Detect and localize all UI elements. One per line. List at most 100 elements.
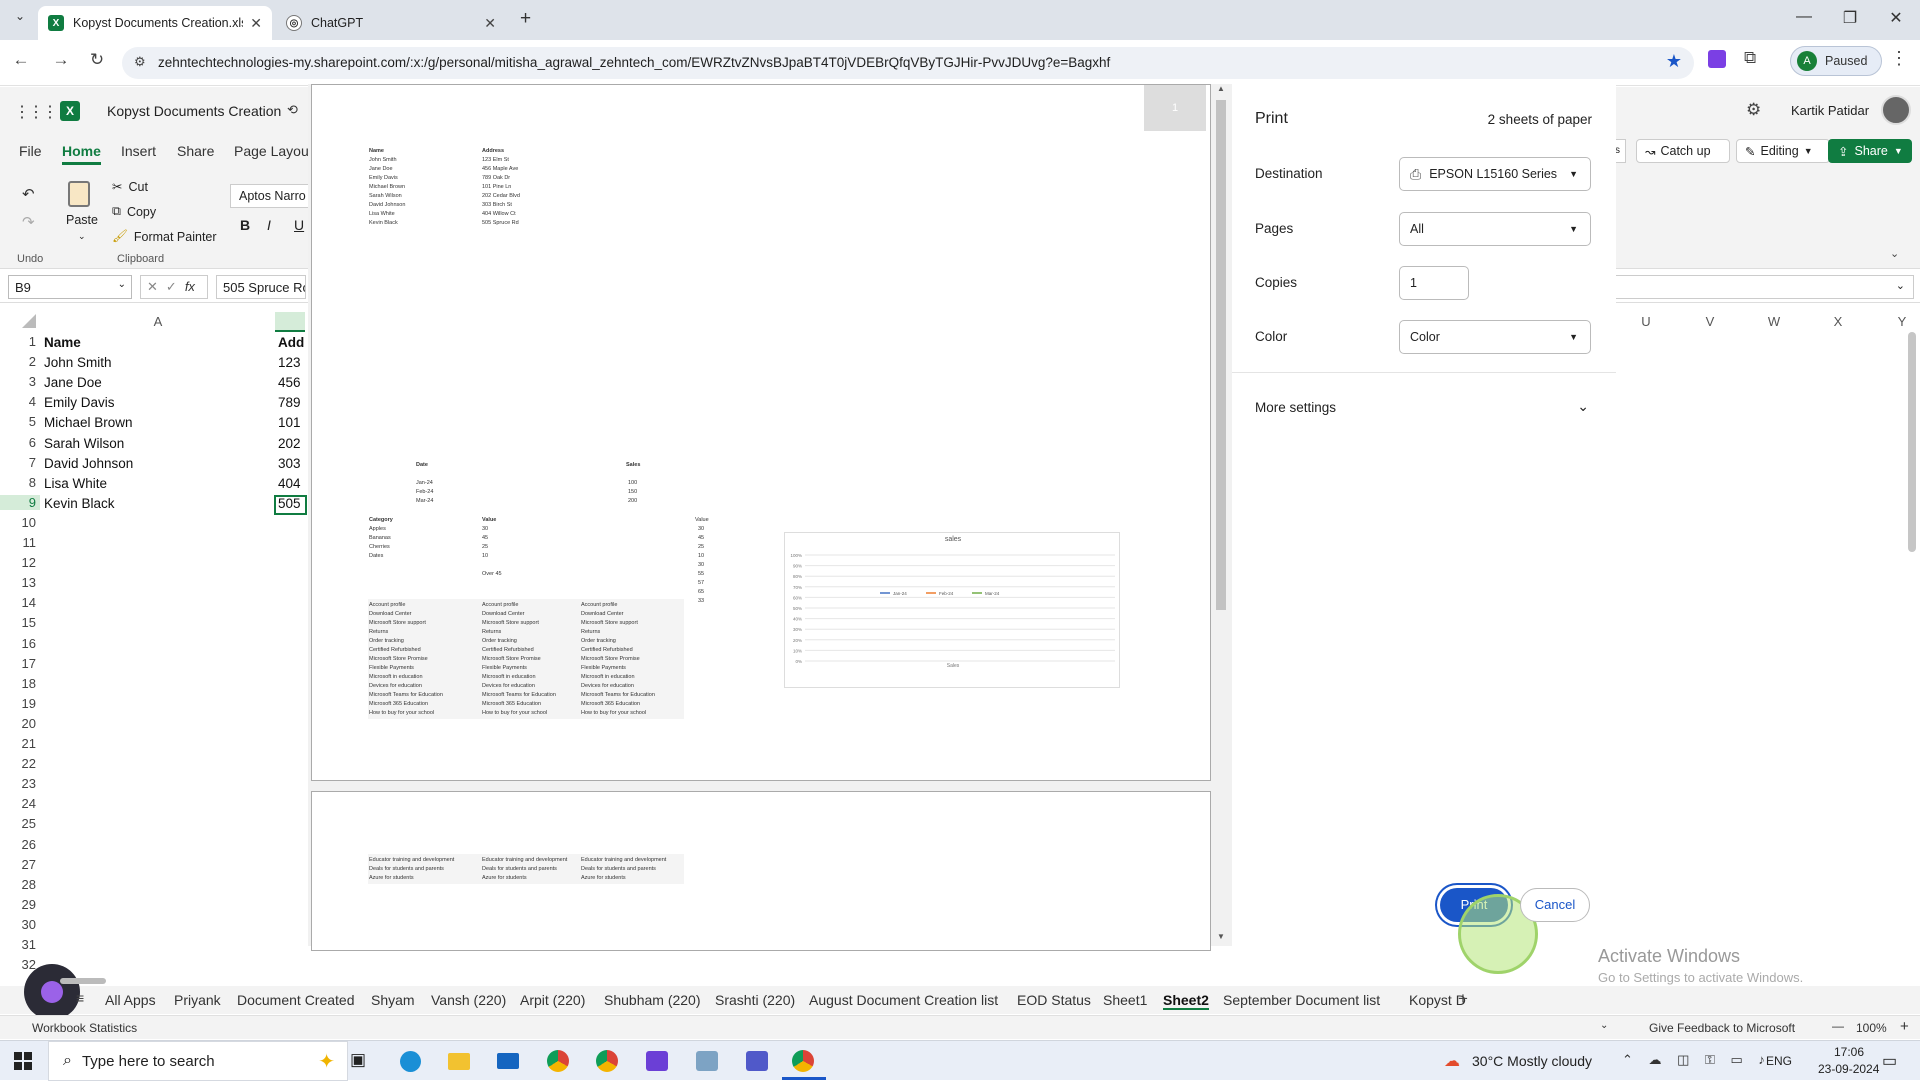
restore-icon[interactable]: ❐ [1838, 8, 1862, 28]
sheet-list-icon[interactable]: ≡ [76, 990, 84, 1006]
windows-start-icon[interactable] [14, 1052, 32, 1070]
browser-menu-icon[interactable]: ⋮ [1890, 48, 1908, 69]
row-header[interactable]: 21 [0, 736, 40, 751]
new-tab-button[interactable]: + [520, 8, 531, 30]
extensions-puzzle-icon[interactable]: ⧉ [1744, 48, 1756, 68]
chrome-icon[interactable] [547, 1050, 569, 1072]
underline-button[interactable]: U [294, 217, 304, 233]
row-header[interactable]: 8 [0, 475, 40, 490]
zoom-level[interactable]: 100% [1856, 1021, 1887, 1035]
reload-icon[interactable]: ↻ [84, 50, 110, 70]
clock-time[interactable]: 17:06 [1834, 1045, 1864, 1059]
row-header[interactable]: 15 [0, 615, 40, 630]
row-header[interactable]: 20 [0, 716, 40, 731]
cell-address[interactable]: 123 l [278, 355, 304, 370]
close-icon[interactable]: ✕ [484, 15, 496, 32]
sheet-tab[interactable]: Srashti (220) [715, 992, 795, 1008]
row-header[interactable]: 4 [0, 394, 40, 409]
column-header-a[interactable]: A [42, 312, 274, 332]
column-header-u[interactable]: U [1614, 312, 1678, 332]
mail-icon[interactable] [497, 1053, 519, 1069]
undo-icon[interactable]: ↶ [22, 185, 35, 203]
row-header[interactable]: 25 [0, 816, 40, 831]
cell-name[interactable]: Emily Davis [44, 395, 272, 410]
vertical-scrollbar[interactable] [1908, 332, 1916, 552]
cell-address[interactable]: Addr [278, 335, 304, 350]
enter-icon[interactable]: ✓ [166, 279, 177, 295]
cancel-icon[interactable]: ✕ [147, 279, 158, 295]
cell-address[interactable]: 456 l [278, 375, 304, 390]
print-preview[interactable]: 1 Name Address John Smith Jane Doe Emily D… [308, 84, 1232, 951]
row-header[interactable]: 17 [0, 656, 40, 671]
chrome-active-icon[interactable] [792, 1050, 814, 1072]
tab-share[interactable]: Share [177, 143, 214, 159]
sheet-tab[interactable]: September Document list [1223, 992, 1380, 1008]
cell-name[interactable]: Kevin Black [44, 496, 272, 511]
sheet-tab[interactable]: Shyam [371, 992, 415, 1008]
row-header[interactable]: 31 [0, 937, 40, 952]
clock-date[interactable]: 23-09-2024 [1818, 1062, 1879, 1076]
row-header[interactable]: 9 [0, 494, 40, 510]
sheet-tab[interactable]: August Document Creation list [809, 992, 998, 1008]
edge-icon[interactable] [400, 1051, 421, 1072]
workbook-statistics[interactable]: Workbook Statistics [32, 1021, 137, 1035]
row-header[interactable]: 26 [0, 837, 40, 852]
extension-icon[interactable] [1708, 50, 1726, 68]
italic-button[interactable]: I [267, 217, 271, 233]
zoom-in-icon[interactable]: + [1900, 1018, 1909, 1035]
cell-name[interactable]: Name [44, 335, 272, 350]
tab-search-button[interactable]: ⌄ [8, 9, 32, 31]
row-header[interactable]: 2 [0, 354, 40, 369]
cell-address[interactable]: 789 ( [278, 395, 304, 410]
bookmark-star-icon[interactable]: ★ [1666, 51, 1682, 72]
row-header[interactable]: 19 [0, 696, 40, 711]
task-view-icon[interactable]: ▣ [350, 1050, 366, 1070]
back-icon[interactable]: ← [8, 50, 34, 70]
row-header[interactable]: 29 [0, 897, 40, 912]
cancel-button[interactable]: Cancel [1520, 888, 1590, 922]
redo-icon[interactable]: ↷ [22, 213, 35, 231]
destination-select[interactable]: ⎙ EPSON L15160 Series ▼ [1399, 157, 1591, 191]
row-header[interactable]: 30 [0, 917, 40, 932]
row-header[interactable]: 10 [0, 515, 40, 530]
tab-file[interactable]: File [19, 143, 42, 159]
zoom-out-icon[interactable]: — [1832, 1019, 1844, 1033]
copy-button[interactable]: ⧉ Copy [112, 204, 156, 219]
weather-icon[interactable]: ☁ [1444, 1051, 1460, 1071]
horizontal-scrollbar[interactable] [60, 978, 106, 984]
ribbon-expand-icon[interactable]: ⌄ [1890, 247, 1899, 260]
font-name-box[interactable]: Aptos Narro [230, 184, 310, 208]
tab-chatgpt[interactable]: ◎ ChatGPT ✕ [276, 6, 506, 40]
address-bar[interactable]: ⚙ zehntechtechnologies-my.sharepoint.com… [122, 47, 1694, 79]
more-settings-toggle[interactable]: More settings ⌄ [1255, 398, 1593, 415]
sheet-tab[interactable]: Vansh (220) [431, 992, 506, 1008]
taskbar-search[interactable]: ⌕ Type here to search ✦ [48, 1041, 348, 1081]
column-header-y[interactable]: Y [1870, 312, 1920, 332]
tab-home[interactable]: Home [62, 143, 101, 165]
paste-button[interactable]: Paste [66, 213, 98, 227]
cell-name[interactable]: Sarah Wilson [44, 436, 272, 451]
cell-name[interactable]: Jane Doe [44, 375, 272, 390]
row-header[interactable]: 16 [0, 636, 40, 651]
recording-widget[interactable] [24, 964, 80, 1020]
row-header[interactable]: 6 [0, 435, 40, 450]
sheet-tab[interactable]: Shubham (220) [604, 992, 701, 1008]
copies-input[interactable]: 1 [1399, 266, 1469, 300]
row-header[interactable]: 11 [0, 535, 40, 550]
file-explorer-icon[interactable] [448, 1053, 470, 1070]
weather-text[interactable]: 30°C Mostly cloudy [1472, 1053, 1592, 1069]
formula-input[interactable]: 505 Spruce Ro [216, 275, 306, 299]
row-header[interactable]: 5 [0, 414, 40, 429]
row-header[interactable]: 27 [0, 857, 40, 872]
tab-excel[interactable]: X Kopyst Documents Creation.xlsx ✕ [38, 6, 272, 40]
app-icon-2[interactable] [696, 1051, 718, 1071]
cell-name[interactable]: David Johnson [44, 456, 272, 471]
app-launcher-icon[interactable]: ⋮⋮⋮ [14, 102, 58, 122]
sheet-tab[interactable]: EOD Status [1017, 992, 1091, 1008]
name-box[interactable]: B9 ⌄ [8, 275, 132, 299]
notification-icon[interactable]: ▭ [1882, 1051, 1897, 1071]
cell-address[interactable]: 202 ( [278, 436, 304, 451]
file-title[interactable]: Kopyst Documents Creation [107, 103, 281, 119]
close-icon[interactable]: ✕ [250, 15, 262, 32]
tray-icons[interactable]: ⌃ ☁ ◫ ⚿ ▭ ♪ [1622, 1052, 1771, 1068]
